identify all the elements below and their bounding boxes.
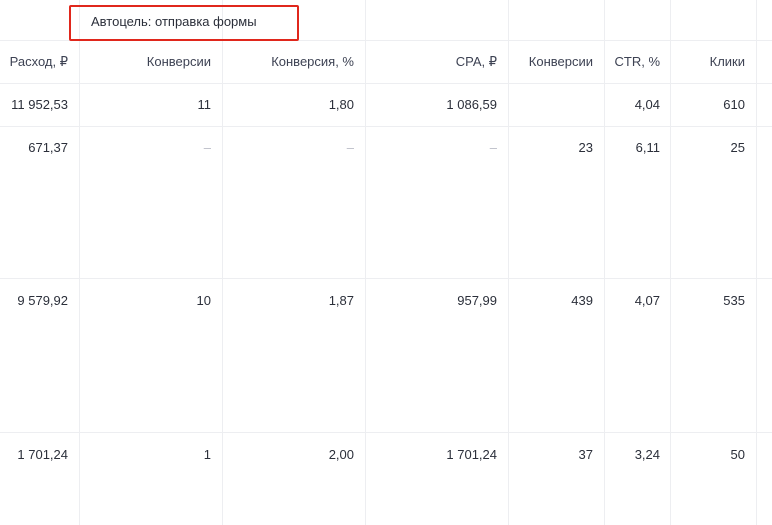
- cell-conversion-rate: 2,00: [328, 447, 354, 462]
- cell-cpa: 1 086,59: [446, 97, 497, 112]
- column-header-ctr[interactable]: CTR, %: [615, 54, 661, 69]
- column-header-conversion-rate[interactable]: Конверсия, %: [271, 54, 354, 69]
- column-divider: [365, 0, 366, 525]
- cell-conversions: 1: [203, 447, 211, 462]
- column-header-clicks[interactable]: Клики: [710, 54, 745, 69]
- column-divider: [508, 0, 509, 525]
- cell-conversions-total: 37: [578, 447, 593, 462]
- row-divider: [0, 126, 772, 127]
- goal-group-label: Автоцель: отправка формы: [91, 14, 257, 29]
- cell-cpa: –: [489, 140, 497, 155]
- cell-conversions: 10: [196, 293, 211, 308]
- cell-spend: 1 701,24: [17, 447, 68, 462]
- cell-clicks: 25: [730, 140, 745, 155]
- column-header-spend[interactable]: Расход, ₽: [10, 54, 68, 70]
- cell-clicks: 50: [730, 447, 745, 462]
- cell-conversions-total: 23: [578, 140, 593, 155]
- column-header-conversions[interactable]: Конверсии: [147, 54, 211, 69]
- column-header-cpa[interactable]: CPA, ₽: [456, 54, 497, 70]
- cell-cpa: 1 701,24: [446, 447, 497, 462]
- column-divider: [222, 0, 223, 525]
- cell-conversions-total: 439: [571, 293, 593, 308]
- cell-ctr: 6,11: [635, 140, 660, 155]
- row-divider: [0, 278, 772, 279]
- row-divider: [0, 432, 772, 433]
- cell-conversions: –: [203, 140, 211, 155]
- cell-conversion-rate: 1,87: [328, 293, 354, 308]
- cell-ctr: 4,07: [634, 293, 660, 308]
- cell-spend: 11 952,53: [11, 97, 68, 112]
- cell-spend: 9 579,92: [17, 293, 68, 308]
- row-divider: [0, 83, 772, 84]
- cell-clicks: 535: [723, 293, 745, 308]
- column-divider: [79, 0, 80, 525]
- column-divider: [670, 0, 671, 525]
- cell-cpa: 957,99: [457, 293, 497, 308]
- cell-clicks: 610: [723, 97, 745, 112]
- column-divider: [756, 0, 757, 525]
- cell-ctr: 3,24: [634, 447, 660, 462]
- cell-ctr: 4,04: [634, 97, 660, 112]
- cell-conversion-rate: 1,80: [328, 97, 354, 112]
- column-header-conversions-total[interactable]: Конверсии: [529, 54, 593, 69]
- cell-conversions: 11: [197, 97, 212, 112]
- cell-conversion-rate: –: [346, 140, 354, 155]
- goal-group-header[interactable]: Автоцель: отправка формы: [69, 5, 299, 41]
- cell-spend: 671,37: [28, 140, 68, 155]
- column-divider: [604, 0, 605, 525]
